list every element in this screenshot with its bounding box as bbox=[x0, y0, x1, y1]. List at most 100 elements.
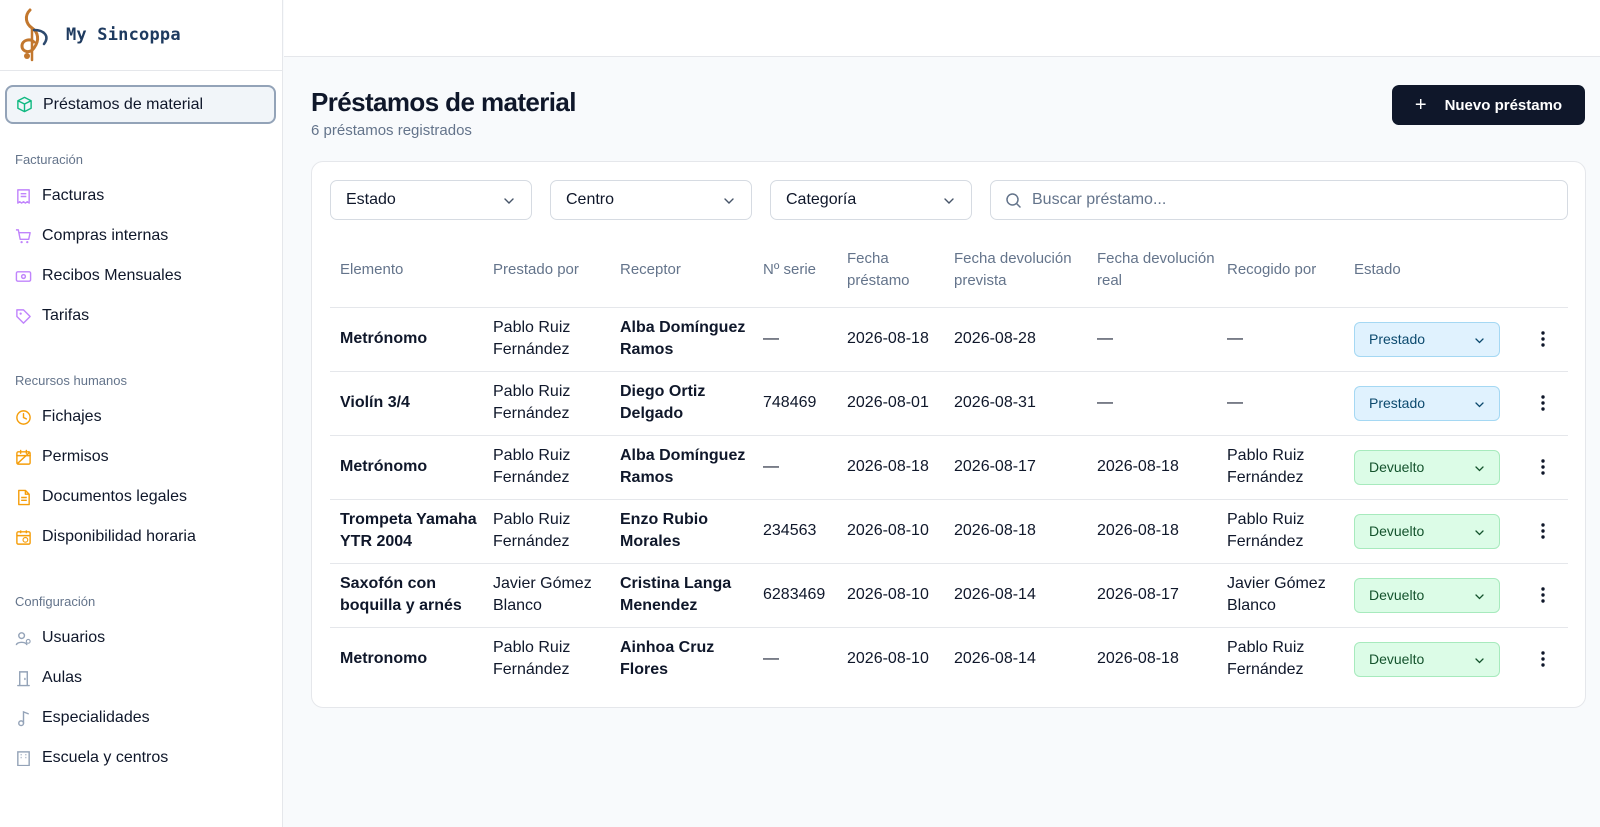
logo-row: My Sincoppa bbox=[0, 0, 282, 71]
cell-fecha-prestamo: 2026-08-10 bbox=[837, 563, 944, 628]
new-loan-button[interactable]: + Nuevo préstamo bbox=[1392, 85, 1585, 125]
sidebar-item-label: Préstamos de material bbox=[43, 95, 204, 113]
sidebar-item-prestamos[interactable]: Préstamos de material bbox=[5, 85, 276, 124]
table-row[interactable]: Metronomo Pablo Ruiz Fernández Ainhoa Cr… bbox=[330, 627, 1568, 691]
table-row[interactable]: Trompeta Yamaha YTR 2004 Pablo Ruiz Fern… bbox=[330, 499, 1568, 564]
page-subtitle: 6 préstamos registrados bbox=[311, 122, 472, 139]
row-menu-button[interactable] bbox=[1528, 388, 1558, 418]
cell-receptor: Enzo Rubio Morales bbox=[610, 499, 753, 564]
status-select[interactable]: Prestado bbox=[1354, 385, 1500, 421]
sidebar-item-facturas[interactable]: Facturas bbox=[0, 176, 283, 216]
cell-fecha-real: — bbox=[1087, 307, 1217, 372]
cell-fecha-prestamo: 2026-08-01 bbox=[837, 371, 944, 436]
cell-prestado-por: Pablo Ruiz Fernández bbox=[483, 499, 610, 564]
centro-filter[interactable]: Centro bbox=[550, 180, 752, 220]
sidebar-item-documentos[interactable]: Documentos legales bbox=[0, 477, 283, 517]
column-header: Fecha devolución real bbox=[1087, 234, 1217, 308]
row-menu-button[interactable] bbox=[1528, 324, 1558, 354]
sidebar-item-escuela[interactable]: Escuela y centros bbox=[0, 738, 283, 766]
sidebar-item-usuarios[interactable]: Usuarios bbox=[0, 618, 283, 658]
status-select[interactable]: Devuelto bbox=[1354, 513, 1500, 549]
cell-fecha-real: 2026-08-18 bbox=[1097, 650, 1179, 668]
cell-fecha-prestamo: 2026-08-18 bbox=[837, 307, 944, 372]
cell-estado: Devuelto bbox=[1344, 627, 1518, 691]
cell-recogido-por: — bbox=[1217, 371, 1344, 436]
cell-actions bbox=[1518, 563, 1568, 628]
cell-receptor: Diego Ortiz Delgado bbox=[610, 371, 753, 436]
status-select[interactable]: Prestado bbox=[1354, 321, 1500, 357]
status-label: Devuelto bbox=[1369, 587, 1425, 603]
section-facturacion: Facturación bbox=[15, 152, 83, 167]
cell-fecha-real: 2026-08-17 bbox=[1087, 563, 1217, 628]
row-menu-button[interactable] bbox=[1528, 580, 1558, 610]
row-menu-button[interactable] bbox=[1528, 644, 1558, 674]
status-select[interactable]: Devuelto bbox=[1354, 641, 1500, 677]
search-box[interactable] bbox=[990, 180, 1568, 220]
cell-estado: Prestado bbox=[1344, 371, 1518, 436]
categoria-filter[interactable]: Categoría bbox=[770, 180, 972, 220]
table-row[interactable]: Metrónomo Pablo Ruiz Fernández Alba Domí… bbox=[330, 435, 1568, 500]
column-header: Receptor bbox=[610, 234, 753, 308]
column-header: Prestado por bbox=[483, 234, 610, 308]
calendar-clock-icon bbox=[16, 529, 31, 545]
search-input[interactable] bbox=[1032, 191, 1532, 209]
status-select[interactable]: Devuelto bbox=[1354, 577, 1500, 613]
table-row[interactable]: Metrónomo Pablo Ruiz Fernández Alba Domí… bbox=[330, 307, 1568, 372]
sidebar-item-aulas[interactable]: Aulas bbox=[0, 658, 283, 698]
cell-elemento: Metrónomo bbox=[330, 307, 483, 372]
status-select[interactable]: Devuelto bbox=[1354, 449, 1500, 485]
sidebar-item-label: Tarifas bbox=[42, 307, 90, 324]
more-vertical-icon bbox=[1541, 459, 1545, 475]
column-header: Fecha préstamo bbox=[837, 234, 944, 308]
chevron-down-icon bbox=[1475, 465, 1484, 471]
banknote-icon bbox=[15, 270, 32, 282]
cell-prestado-por: Pablo Ruiz Fernández bbox=[483, 435, 610, 500]
status-label: Devuelto bbox=[1369, 459, 1425, 475]
chevron-down-icon bbox=[944, 198, 954, 204]
row-menu-button[interactable] bbox=[1528, 516, 1558, 546]
top-bar bbox=[284, 0, 1600, 57]
cell-serie: — bbox=[753, 307, 837, 372]
cell-fecha-prevista: 2026-08-31 bbox=[944, 371, 1087, 436]
cell-elemento: Trompeta Yamaha YTR 2004 bbox=[330, 499, 483, 564]
cell-actions bbox=[1518, 627, 1568, 691]
plus-icon: + bbox=[1414, 94, 1427, 116]
tag-icon bbox=[16, 308, 31, 324]
table-row[interactable]: Violín 3/4 Pablo Ruiz Fernández Diego Or… bbox=[330, 371, 1568, 436]
row-menu-button[interactable] bbox=[1528, 452, 1558, 482]
cell-elemento: Saxofón con boquilla y arnés bbox=[330, 563, 483, 628]
estado-filter[interactable]: Estado bbox=[330, 180, 532, 220]
cell-fecha-real: — bbox=[1087, 371, 1217, 436]
cell-prestado-por: Pablo Ruiz Fernández bbox=[493, 639, 571, 679]
calendar-off-icon bbox=[16, 449, 31, 465]
cell-fecha-real: 2026-08-18 bbox=[1087, 435, 1217, 500]
table-header-row: Elemento Prestado por Receptor Nº serie … bbox=[330, 234, 1568, 308]
sidebar-item-disponibilidad[interactable]: Disponibilidad horaria bbox=[0, 517, 283, 557]
clock-icon bbox=[16, 409, 31, 425]
sidebar-item-especialidades[interactable]: Especialidades bbox=[0, 698, 283, 738]
cell-recogido-por: Javier Gómez Blanco bbox=[1217, 563, 1344, 628]
cell-estado: Prestado bbox=[1344, 307, 1518, 372]
page-title: Préstamos de material bbox=[311, 87, 576, 117]
cell-recogido-por: Pablo Ruiz Fernández bbox=[1217, 435, 1344, 500]
cell-receptor: Ainhoa Cruz Flores bbox=[620, 639, 715, 679]
sidebar-item-label: Aulas bbox=[42, 669, 83, 686]
users-icon bbox=[15, 631, 31, 645]
cell-recogido-por: — bbox=[1217, 307, 1344, 372]
cell-actions bbox=[1518, 435, 1568, 500]
section-configuracion: Configuración bbox=[15, 594, 96, 609]
sidebar-item-compras-internas[interactable]: Compras internas bbox=[0, 216, 283, 256]
status-label: Prestado bbox=[1369, 331, 1426, 347]
sidebar-item-label: Facturas bbox=[42, 187, 105, 204]
sidebar-item-fichajes[interactable]: Fichajes bbox=[0, 397, 283, 437]
table-row[interactable]: Saxofón con boquilla y arnés Javier Góme… bbox=[330, 563, 1568, 628]
estado-filter-label: Estado bbox=[346, 191, 396, 208]
cell-recogido-por: Pablo Ruiz Fernández bbox=[1217, 499, 1344, 564]
sidebar-item-recibos[interactable]: Recibos Mensuales bbox=[0, 256, 283, 296]
sidebar-item-permisos[interactable]: Permisos bbox=[0, 437, 283, 477]
cell-estado: Devuelto bbox=[1344, 435, 1518, 500]
cell-serie: 748469 bbox=[753, 371, 837, 436]
status-label: Devuelto bbox=[1369, 651, 1425, 668]
sidebar-item-label: Usuarios bbox=[42, 629, 106, 646]
sidebar-item-tarifas[interactable]: Tarifas bbox=[0, 296, 283, 336]
